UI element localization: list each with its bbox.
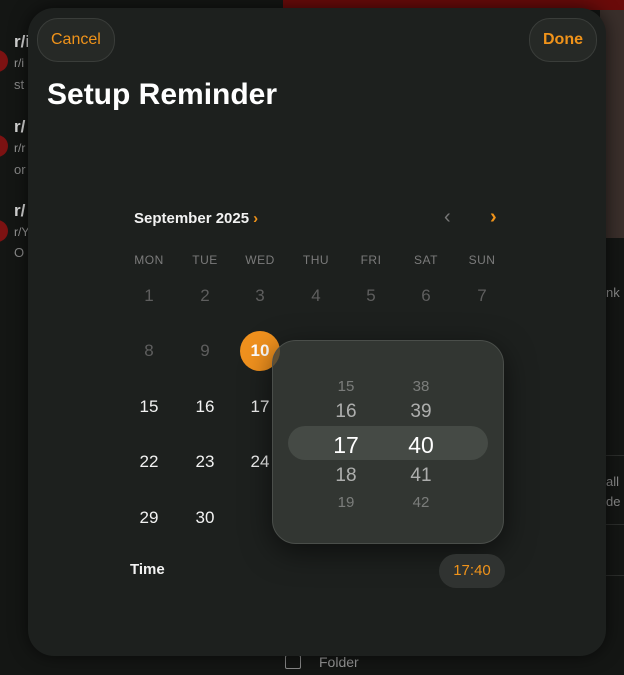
weekday-label: THU [302,253,330,267]
background-item-subtitle: r/r [14,141,26,155]
hour-value: 18 [335,464,357,486]
folder-label: Folder [319,654,359,670]
background-right-text: all [606,474,620,489]
background-divider [606,455,624,456]
background-item-title: r/ [14,117,26,136]
page-title: Setup Reminder [47,78,278,111]
background-divider [606,524,624,525]
calendar-day[interactable]: 6 [406,276,446,316]
time-picker-wheel[interactable]: 15 16 17 18 19 38 39 40 41 42 [272,340,504,544]
time-value-button[interactable]: 17:40 [439,554,505,588]
weekday-label: MON [134,253,164,267]
background-divider [606,575,624,576]
background-item-subtitle: r/i [14,56,24,70]
minute-value: 39 [410,400,432,422]
minute-value: 42 [412,493,430,511]
calendar-day[interactable]: 15 [129,387,169,427]
background-right-text: de [606,494,621,509]
next-month-button[interactable]: › [490,206,497,229]
calendar-day[interactable]: 16 [185,387,225,427]
background-item-text: O [14,245,25,260]
folder-icon [285,655,301,669]
calendar-day[interactable]: 2 [185,276,225,316]
previous-month-button[interactable]: ‹ [444,206,451,229]
calendar-day[interactable]: 4 [296,276,336,316]
calendar-day[interactable]: 30 [185,498,225,538]
background-item-title: r/ [14,201,26,220]
hour-value: 17 [333,431,359,458]
done-button[interactable]: Done [529,18,597,62]
time-label: Time [130,561,165,578]
weekday-label: TUE [192,253,218,267]
weekday-label: FRI [360,253,382,267]
background-item-text: st [14,77,25,92]
calendar-day[interactable]: 7 [462,276,502,316]
background-avatar [0,135,8,157]
calendar-day[interactable]: 23 [185,442,225,482]
calendar-day[interactable]: 9 [185,331,225,371]
calendar-day[interactable]: 29 [129,498,169,538]
calendar-day[interactable]: 22 [129,442,169,482]
background-right-text: nk [606,285,620,300]
cancel-button[interactable]: Cancel [37,18,115,62]
background-avatar [0,50,8,72]
hour-value: 19 [337,493,355,511]
picker-selection-band [288,426,488,460]
minute-value: 41 [410,464,432,486]
month-selector[interactable]: September 2025 › [134,210,258,227]
minute-value: 38 [412,377,430,395]
calendar-day[interactable]: 1 [129,276,169,316]
calendar-day[interactable]: 5 [351,276,391,316]
minute-value: 40 [408,431,434,458]
background-avatar [0,220,8,242]
month-label: September 2025 [134,210,250,227]
chevron-right-icon: › [253,210,259,227]
setup-reminder-sheet: Cancel Done Setup Reminder September 202… [28,8,606,656]
background-item-text: or [14,162,26,177]
calendar-day[interactable]: 8 [129,331,169,371]
calendar-day[interactable]: 3 [240,276,280,316]
weekday-label: WED [245,253,275,267]
weekday-label: SUN [468,253,496,267]
hour-value: 15 [337,377,355,395]
hour-value: 16 [335,400,357,422]
weekday-label: SAT [414,253,438,267]
